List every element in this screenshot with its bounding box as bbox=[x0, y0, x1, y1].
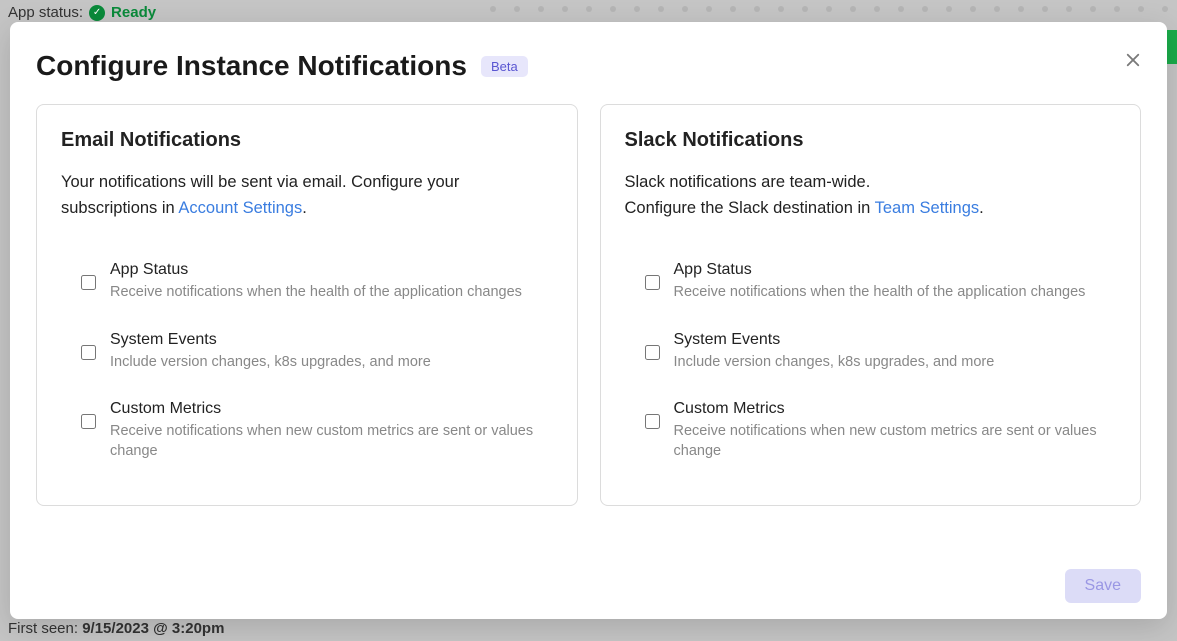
email-custom-metrics-sub: Receive notifications when new custom me… bbox=[110, 422, 553, 461]
slack-system-events-sub: Include version changes, k8s upgrades, a… bbox=[674, 353, 1117, 373]
slack-system-events-checkbox[interactable] bbox=[645, 345, 660, 360]
bg-first-seen-label: First seen: bbox=[8, 620, 78, 637]
slack-panel-title: Slack Notifications bbox=[625, 129, 1117, 152]
email-option-system-events: System Events Include version changes, k… bbox=[61, 317, 553, 387]
slack-desc-line1: Slack notifications are team-wide. bbox=[625, 173, 871, 191]
email-app-status-checkbox[interactable] bbox=[81, 275, 96, 290]
check-circle-icon: ✓ bbox=[89, 5, 105, 21]
modal-title: Configure Instance Notifications bbox=[36, 50, 467, 82]
slack-custom-metrics-title: Custom Metrics bbox=[674, 400, 1117, 418]
account-settings-link[interactable]: Account Settings bbox=[178, 199, 302, 217]
email-app-status-sub: Receive notifications when the health of… bbox=[110, 283, 553, 303]
email-system-events-title: System Events bbox=[110, 331, 553, 349]
email-app-status-title: App Status bbox=[110, 261, 553, 279]
slack-panel: Slack Notifications Slack notifications … bbox=[600, 104, 1142, 506]
beta-badge: Beta bbox=[481, 56, 528, 77]
email-option-app-status: App Status Receive notifications when th… bbox=[61, 247, 553, 317]
email-system-events-sub: Include version changes, k8s upgrades, a… bbox=[110, 353, 553, 373]
slack-option-system-events: System Events Include version changes, k… bbox=[625, 317, 1117, 387]
slack-option-app-status: App Status Receive notifications when th… bbox=[625, 247, 1117, 317]
close-button[interactable] bbox=[1119, 46, 1147, 74]
email-option-custom-metrics: Custom Metrics Receive notifications whe… bbox=[61, 386, 553, 475]
bg-first-seen: First seen: 9/15/2023 @ 3:20pm bbox=[8, 620, 224, 637]
bg-first-seen-value: 9/15/2023 @ 3:20pm bbox=[82, 620, 224, 637]
bg-app-status: App status: ✓ Ready bbox=[8, 4, 156, 21]
slack-app-status-checkbox[interactable] bbox=[645, 275, 660, 290]
team-settings-link[interactable]: Team Settings bbox=[875, 199, 980, 217]
slack-system-events-title: System Events bbox=[674, 331, 1117, 349]
email-custom-metrics-title: Custom Metrics bbox=[110, 400, 553, 418]
panels-row: Email Notifications Your notifications w… bbox=[36, 104, 1141, 506]
slack-option-custom-metrics: Custom Metrics Receive notifications whe… bbox=[625, 386, 1117, 475]
slack-app-status-title: App Status bbox=[674, 261, 1117, 279]
bg-app-status-value: Ready bbox=[111, 4, 156, 21]
bg-dots-decoration bbox=[490, 6, 1177, 18]
email-panel: Email Notifications Your notifications w… bbox=[36, 104, 578, 506]
email-desc-post: . bbox=[302, 199, 307, 217]
save-button[interactable]: Save bbox=[1065, 569, 1141, 603]
notifications-modal: Configure Instance Notifications Beta Em… bbox=[10, 22, 1167, 619]
slack-desc-post: . bbox=[979, 199, 984, 217]
email-custom-metrics-checkbox[interactable] bbox=[81, 414, 96, 429]
modal-header: Configure Instance Notifications Beta bbox=[36, 50, 1141, 82]
close-icon bbox=[1124, 51, 1142, 69]
slack-custom-metrics-checkbox[interactable] bbox=[645, 414, 660, 429]
email-panel-title: Email Notifications bbox=[61, 129, 553, 152]
slack-app-status-sub: Receive notifications when the health of… bbox=[674, 283, 1117, 303]
slack-custom-metrics-sub: Receive notifications when new custom me… bbox=[674, 422, 1117, 461]
email-panel-desc: Your notifications will be sent via emai… bbox=[61, 170, 553, 221]
slack-desc-pre: Configure the Slack destination in bbox=[625, 199, 875, 217]
slack-panel-desc: Slack notifications are team-wide. Confi… bbox=[625, 170, 1117, 221]
email-system-events-checkbox[interactable] bbox=[81, 345, 96, 360]
bg-app-status-label: App status: bbox=[8, 4, 83, 21]
